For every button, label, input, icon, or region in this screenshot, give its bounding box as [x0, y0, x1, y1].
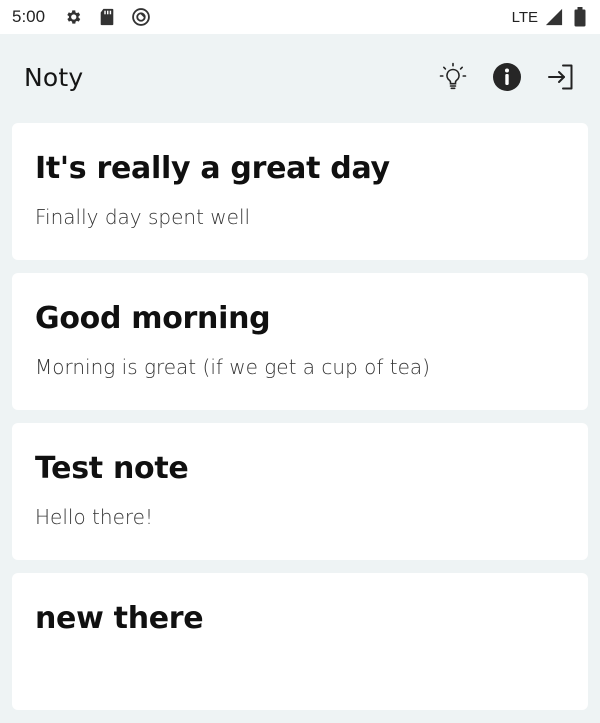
status-bar: 5:00 LTE	[0, 0, 600, 34]
app-title: Noty	[24, 62, 84, 92]
status-time: 5:00	[12, 7, 46, 26]
sync-icon	[131, 7, 151, 27]
battery-icon	[570, 7, 590, 27]
note-card[interactable]: Test note Hello there!	[12, 423, 588, 560]
logout-icon[interactable]	[544, 60, 578, 94]
note-body: Morning is great (if we get a cup of tea…	[35, 355, 430, 379]
note-card[interactable]: Good morning Morning is great (if we get…	[12, 273, 588, 410]
note-card[interactable]: It's really a great day Finally day spen…	[12, 123, 588, 260]
info-icon[interactable]	[490, 60, 524, 94]
notes-list: It's really a great day Finally day spen…	[12, 123, 588, 723]
note-title: Good morning	[35, 301, 271, 336]
gear-icon	[63, 7, 83, 27]
app-bar: Noty	[0, 34, 600, 120]
note-card[interactable]: new there	[12, 573, 588, 710]
note-title: Test note	[35, 451, 189, 486]
note-title: It's really a great day	[35, 151, 390, 186]
note-title: new there	[35, 601, 204, 636]
note-body: Finally day spent well	[35, 205, 251, 229]
signal-icon	[544, 7, 564, 27]
sd-card-icon	[97, 7, 117, 27]
lightbulb-icon[interactable]	[436, 60, 470, 94]
note-body: Hello there!	[35, 505, 153, 529]
network-type: LTE	[511, 8, 538, 26]
